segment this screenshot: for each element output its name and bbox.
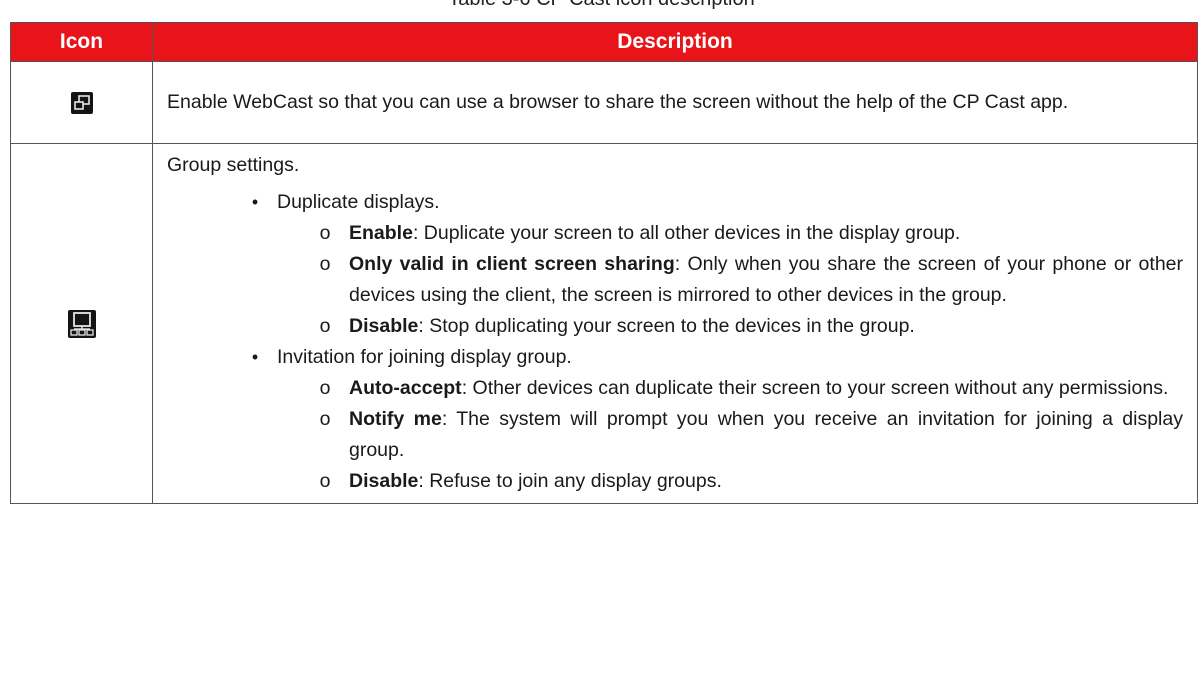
list-item: o Disable: Refuse to join any display gr… [167,466,1183,497]
list-item: o Auto-accept: Other devices can duplica… [167,373,1183,404]
option-term: Disable [349,315,419,337]
row-intro: Group settings. [167,154,300,176]
bullet-label: Invitation for joining display group. [277,346,572,368]
header-description: Description [152,22,1198,62]
bullet-invitation: • Invitation for joining display group. … [167,342,1183,497]
sub-list: o Auto-accept: Other devices can duplica… [277,373,1183,497]
option-text: : The system will prompt you when you re… [349,408,1183,461]
sub-mark: o [319,408,331,430]
option-term: Auto-accept [349,377,462,399]
option-term: Enable [349,222,413,244]
webcast-icon [70,91,93,114]
bullet-list: • Duplicate displays. o Enable: Duplicat… [167,187,1183,497]
sub-list: o Enable: Duplicate your screen to all o… [277,218,1183,342]
bullet-duplicate-displays: • Duplicate displays. o Enable: Duplicat… [167,187,1183,342]
option-term: Disable [349,470,419,492]
icon-cell [10,143,153,504]
sub-mark: o [319,222,331,244]
list-item: o Disable: Stop duplicating your screen … [167,311,1183,342]
option-text: : Other devices can duplicate their scre… [461,377,1169,399]
icon-description-table: Icon Description Enable WebCast so that … [10,22,1198,504]
description-cell: Enable WebCast so that you can use a bro… [152,61,1198,144]
list-item: o Only valid in client screen sharing: O… [167,249,1183,311]
bullet-mark: • [251,347,259,367]
header-icon: Icon [10,22,153,62]
bullet-label: Duplicate displays. [277,191,440,213]
sub-mark: o [319,315,331,337]
sub-mark: o [319,377,331,399]
sub-mark: o [319,253,331,275]
row-description: Enable WebCast so that you can use a bro… [167,91,1069,113]
header-row: Icon Description [10,22,1198,62]
table-caption: Table 3-6 CP Cast icon description [0,0,1203,11]
icon-cell [10,61,153,144]
list-item: o Notify me: The system will prompt you … [167,404,1183,466]
option-text: : Refuse to join any display groups. [418,470,722,492]
bullet-mark: • [251,192,259,212]
option-term: Notify me [349,408,442,430]
table-row: Enable WebCast so that you can use a bro… [10,61,1198,144]
sub-mark: o [319,470,331,492]
list-item: o Enable: Duplicate your screen to all o… [167,218,1183,249]
option-text: : Stop duplicating your screen to the de… [418,315,915,337]
table-row: Group settings. • Duplicate displays. o … [10,143,1198,504]
option-term: Only valid in client screen sharing [349,253,675,275]
description-cell: Group settings. • Duplicate displays. o … [152,143,1198,504]
group-settings-icon [67,309,96,338]
option-text: : Duplicate your screen to all other dev… [412,222,961,244]
